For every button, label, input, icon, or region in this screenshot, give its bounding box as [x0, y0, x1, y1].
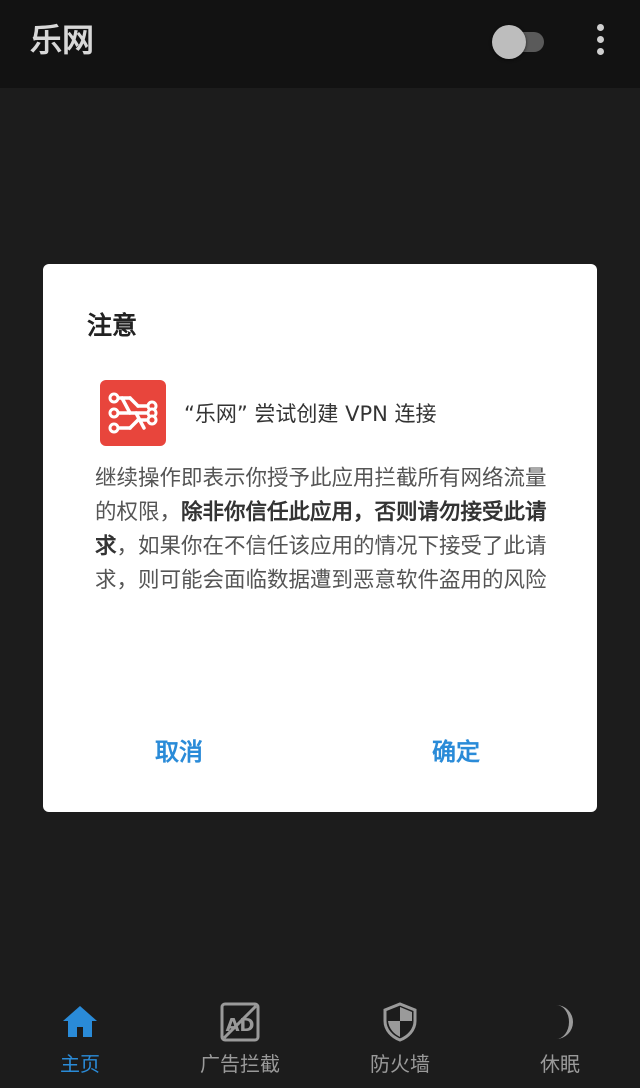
dialog-message: 继续操作即表示你授予此应用拦截所有网络流量的权限，除非你信任此应用，否则请勿接受… [95, 462, 555, 598]
home-icon [60, 1002, 100, 1042]
ad-block-icon: AD [220, 1002, 260, 1042]
vpn-toggle-switch[interactable] [492, 24, 550, 59]
nav-label: 广告拦截 [200, 1052, 280, 1076]
nav-label: 主页 [60, 1052, 100, 1076]
overflow-menu-icon[interactable] [586, 20, 616, 60]
top-app-bar: 乐网 [0, 0, 640, 88]
app-logo-icon [100, 380, 166, 446]
vpn-permission-dialog: 注意 “乐网” 尝试创建 VPN 连接 继续操作即表示你授予此应用拦截所有网络流… [43, 264, 597, 812]
vpn-request-text: “乐网” 尝试创建 VPN 连接 [184, 402, 437, 426]
cancel-button[interactable]: 取消 [155, 732, 203, 767]
vpn-request-row: “乐网” 尝试创建 VPN 连接 [100, 380, 560, 446]
shield-icon [380, 1002, 420, 1042]
bottom-navigation: 主页 AD 广告拦截 防火墙 休眠 [0, 992, 640, 1088]
moon-icon [540, 1002, 580, 1042]
nav-item-firewall[interactable]: 防火墙 [320, 992, 480, 1088]
nav-item-ad-block[interactable]: AD 广告拦截 [160, 992, 320, 1088]
nav-item-home[interactable]: 主页 [0, 992, 160, 1088]
nav-label: 防火墙 [370, 1052, 430, 1076]
dialog-title: 注意 [87, 311, 138, 340]
nav-label: 休眠 [540, 1052, 580, 1076]
ok-button[interactable]: 确定 [432, 732, 480, 767]
message-text: ，如果你在不信任该应用的情况下接受了此请求，则可能会面临数据遭到恶意软件盗用的风… [95, 534, 547, 593]
app-screen: 乐网 注意 “乐网” 尝试创建 VPN 连接 继续操作即表示你授予此应用拦截所有… [0, 0, 640, 1088]
app-title: 乐网 [30, 21, 95, 59]
menu-dot [597, 48, 604, 55]
menu-dot [597, 36, 604, 43]
nav-item-sleep[interactable]: 休眠 [480, 992, 640, 1088]
menu-dot [597, 24, 604, 31]
toggle-thumb [492, 25, 526, 59]
